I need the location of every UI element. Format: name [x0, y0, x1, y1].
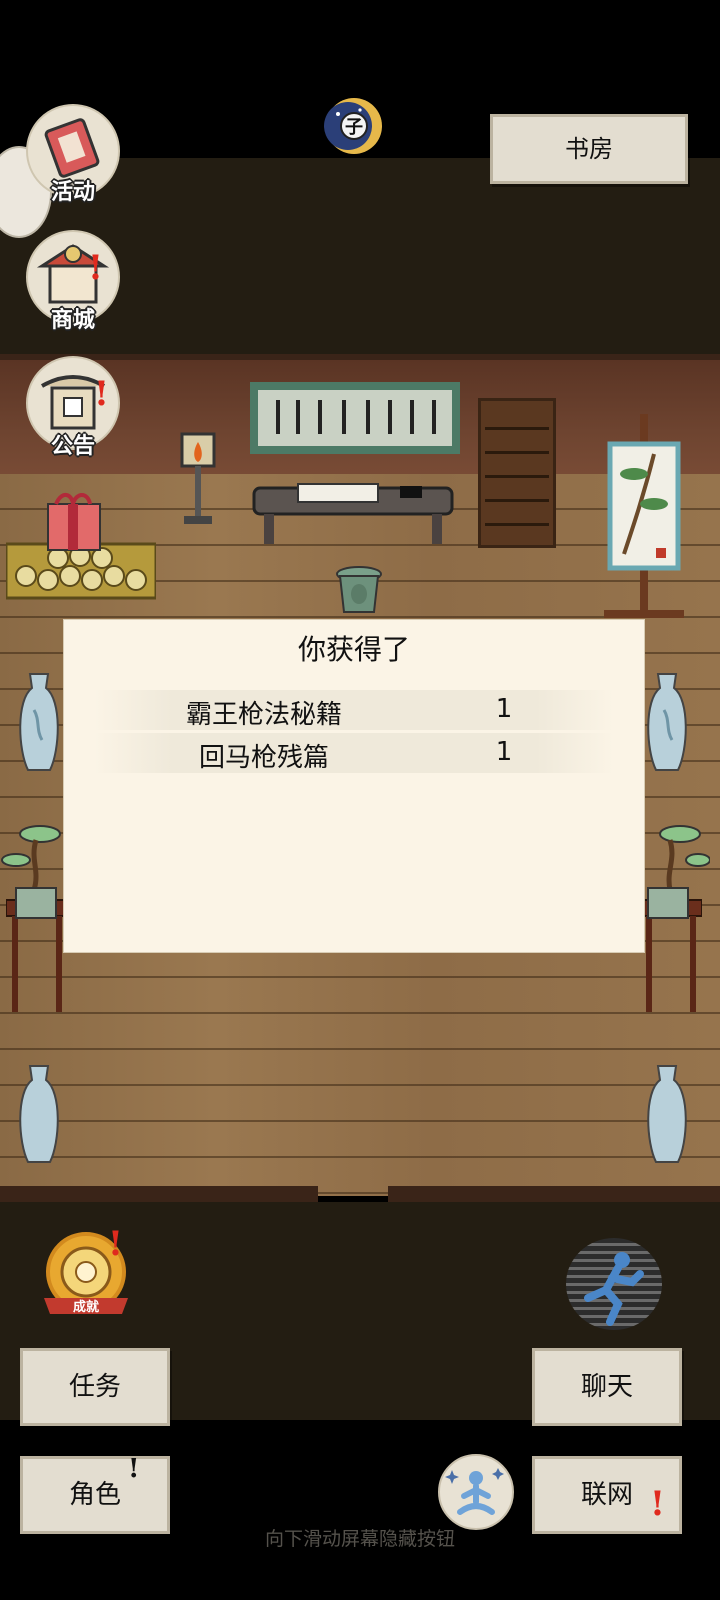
- shop-label: 商城: [50, 308, 95, 333]
- meditate-button[interactable]: [438, 1454, 514, 1530]
- vase-icon: [19, 673, 59, 771]
- moon-time-icon: 子: [324, 98, 382, 154]
- vase-icon: [19, 1065, 59, 1163]
- bonsai-icon: [647, 825, 710, 919]
- lamp-icon: [180, 432, 216, 524]
- task-button[interactable]: 任务: [20, 1348, 170, 1426]
- stool-icon: [336, 566, 382, 613]
- floor-edge-right: [388, 1186, 720, 1202]
- chat-button[interactable]: 聊天: [532, 1348, 682, 1426]
- reward-item-name: 回马枪残篇: [198, 743, 329, 773]
- reward-item-name: 霸王枪法秘籍: [185, 700, 342, 730]
- network-alert-icon: !: [650, 1484, 665, 1524]
- floor-edge-left: [0, 1186, 318, 1202]
- vase-icon: [647, 1065, 687, 1163]
- notice-alert-icon: !: [94, 374, 109, 414]
- gift-pile-icon[interactable]: [6, 484, 156, 602]
- vase-icon: [647, 673, 687, 771]
- hide-buttons-hint: 向下滑动屏幕隐藏按钮: [264, 1528, 455, 1550]
- bookshelf: [478, 398, 556, 548]
- reward-row: 霸王枪法秘籍 1: [94, 690, 614, 730]
- reward-row: 回马枪残篇 1: [94, 733, 614, 773]
- dialog-title: 你获得了: [297, 633, 410, 666]
- writing-desk-icon: [252, 483, 454, 544]
- role-alert-icon: !: [128, 1454, 140, 1484]
- reward-item-qty: 1: [495, 737, 513, 767]
- meditation-icon: [445, 1468, 504, 1515]
- time-symbol: 子: [345, 117, 363, 138]
- run-button[interactable]: [566, 1238, 662, 1330]
- bonsai-icon: [1, 825, 61, 919]
- achievement-alert-icon: !: [108, 1224, 123, 1264]
- pine-painting-icon: [604, 414, 684, 618]
- calligraphy-scroll: [250, 382, 460, 454]
- role-button[interactable]: 角色: [20, 1456, 170, 1534]
- activity-label: 活动: [50, 180, 95, 205]
- notice-label: 公告: [50, 434, 95, 459]
- reward-dialog[interactable]: 你获得了 霸王枪法秘籍 1 回马枪残篇 1: [64, 620, 644, 952]
- shop-alert-icon: !: [88, 248, 103, 288]
- achievement-label: 成就: [73, 1299, 99, 1315]
- running-figure-icon: [584, 1252, 644, 1326]
- location-study-button[interactable]: 书房: [490, 114, 688, 184]
- reward-item-qty: 1: [495, 694, 513, 724]
